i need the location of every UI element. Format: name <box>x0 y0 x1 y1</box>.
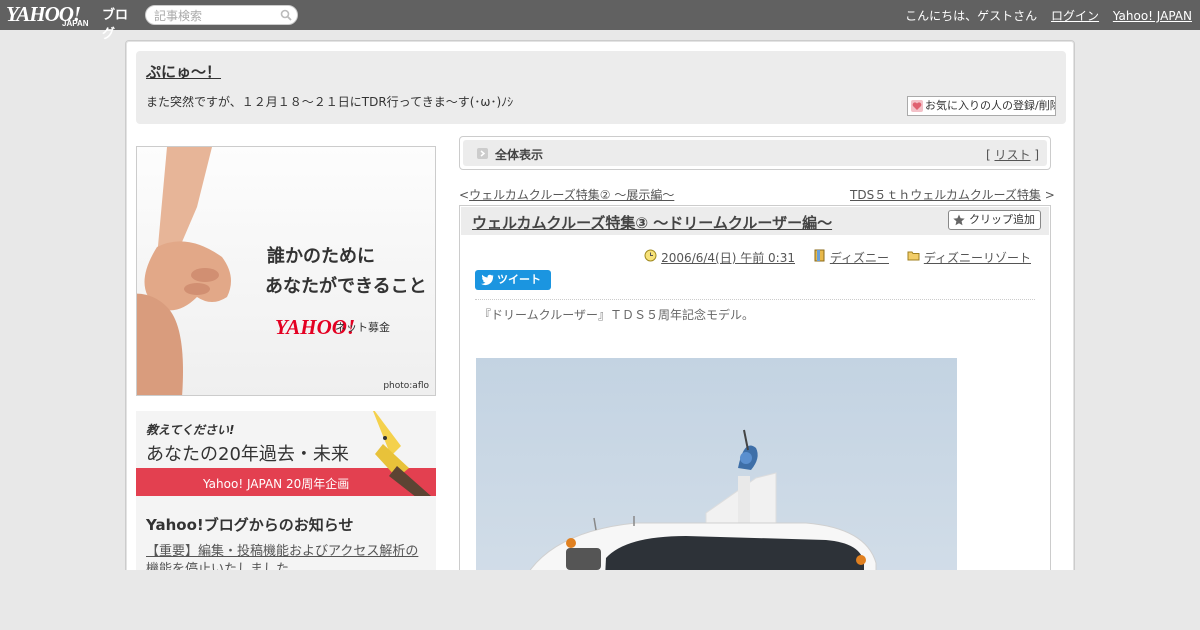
blog-frame: ぷにゅ～！ また突然ですが、１２月１８～２１日にTDR行ってきま～す(･ω･)ﾉ… <box>125 40 1075 630</box>
promo-line-2: あなたの20年過去・未来 <box>146 444 349 465</box>
tweet-label: ツイート <box>497 273 541 286</box>
entry-date-link[interactable]: 2006/6/4(日) 午前 0:31 <box>661 251 795 265</box>
entry-category: ディズニー <box>813 249 889 266</box>
promo-line-3: Yahoo! JAPAN 20周年企画 <box>203 477 350 491</box>
donation-ad-banner[interactable]: 誰かのために あなたができること YAHOO! ネット募金 photo:aflo <box>136 146 436 396</box>
entry-date: 2006/6/4(日) 午前 0:31 <box>644 249 795 266</box>
twitter-bird-icon <box>481 274 494 286</box>
search-input[interactable] <box>154 8 279 23</box>
divider <box>475 299 1035 300</box>
yahoo-japan-link[interactable]: Yahoo! JAPAN <box>1113 9 1192 23</box>
clip-add-button[interactable]: クリップ追加 <box>948 210 1041 230</box>
next-post-link[interactable]: TDS５ｔｈウェルカムクルーズ特集 <box>850 188 1041 202</box>
tweet-button[interactable]: ツイート <box>475 270 551 290</box>
yahoo-logo-sub: JAPAN <box>62 19 89 28</box>
promo-line-1: 教えてください! <box>146 423 235 437</box>
blog-description: また突然ですが、１２月１８～２１日にTDR行ってきま～す(･ω･)ﾉｼ <box>146 95 514 109</box>
clock-icon <box>644 249 657 262</box>
entry-meta: 2006/6/4(日) 午前 0:31 ディズニー ディズニーリゾート <box>630 249 1031 266</box>
view-mode-bar: 全体表示 [ リスト ] <box>459 136 1051 170</box>
ad-headline-2: あなたができること <box>265 276 427 297</box>
fountain-pen-icon <box>373 411 431 496</box>
arrow-right-icon <box>477 148 488 159</box>
prev-post-link[interactable]: ウェルカムクルーズ特集② ～展示編～ <box>469 188 674 202</box>
service-name: ブログ <box>102 8 129 42</box>
greeting-text: こんにちは、ゲストさん <box>905 9 1038 23</box>
global-header: YAHOO! JAPAN ブログ こんにちは、ゲストさん ログイン Yahoo!… <box>0 0 1200 42</box>
blog-header: ぷにゅ～！ また突然ですが、１２月１８～２１日にTDR行ってきま～す(･ω･)ﾉ… <box>136 51 1066 124</box>
login-link[interactable]: ログイン <box>1051 9 1099 23</box>
search-icon[interactable] <box>280 9 292 21</box>
yahoo-blog-logo[interactable]: YAHOO! JAPAN ブログ <box>6 2 140 42</box>
next-post-nav: TDS５ｔｈウェルカムクルーズ特集 > <box>850 188 1055 202</box>
ad-brand-sub: ネット募金 <box>335 321 390 334</box>
entry-folder: ディズニーリゾート <box>907 249 1031 266</box>
page-footer-band <box>0 570 1200 630</box>
favorite-register-button[interactable]: お気に入りの人の登録/削除 <box>907 96 1056 116</box>
book-icon <box>814 249 825 262</box>
view-all-label: 全体表示 <box>495 148 544 162</box>
blog-title[interactable]: ぷにゅ～！ <box>146 61 221 82</box>
list-link[interactable]: リスト <box>994 148 1030 162</box>
entry-body-text: 『ドリームクルーザー』ＴＤＳ５周年記念モデル。 <box>479 308 755 322</box>
anniversary-promo-banner[interactable]: 教えてください! あなたの20年過去・未来 Yahoo! JAPAN 20周年企… <box>136 411 436 496</box>
notice-title: Yahoo!ブログからのお知らせ <box>146 516 354 534</box>
entry-title[interactable]: ウェルカムクルーズ特集③ ～ドリームクルーザー編～ <box>472 212 832 233</box>
handshake-image <box>137 147 231 395</box>
view-list-toggle: [ リスト ] <box>985 148 1039 162</box>
clip-add-label: クリップ追加 <box>969 213 1035 226</box>
heart-icon <box>911 100 923 112</box>
entry-folder-link[interactable]: ディズニーリゾート <box>924 251 1031 265</box>
ad-photo-credit: photo:aflo <box>383 381 429 391</box>
search-box <box>145 5 298 25</box>
favorite-register-label: お気に入りの人の登録/削除 <box>925 99 1056 112</box>
entry-category-link[interactable]: ディズニー <box>830 251 889 265</box>
user-nav: こんにちは、ゲストさん ログイン Yahoo! JAPAN <box>895 7 1192 24</box>
ad-headline-1: 誰かのために <box>267 246 375 267</box>
prev-post-nav: <ウェルカムクルーズ特集② ～展示編～ <box>459 188 675 202</box>
entry-header: ウェルカムクルーズ特集③ ～ドリームクルーザー編～ クリップ追加 <box>461 207 1049 235</box>
folder-icon <box>907 251 920 261</box>
blog-entry: ウェルカムクルーズ特集③ ～ドリームクルーザー編～ クリップ追加 2006/6/… <box>459 205 1051 630</box>
star-icon <box>953 214 965 226</box>
